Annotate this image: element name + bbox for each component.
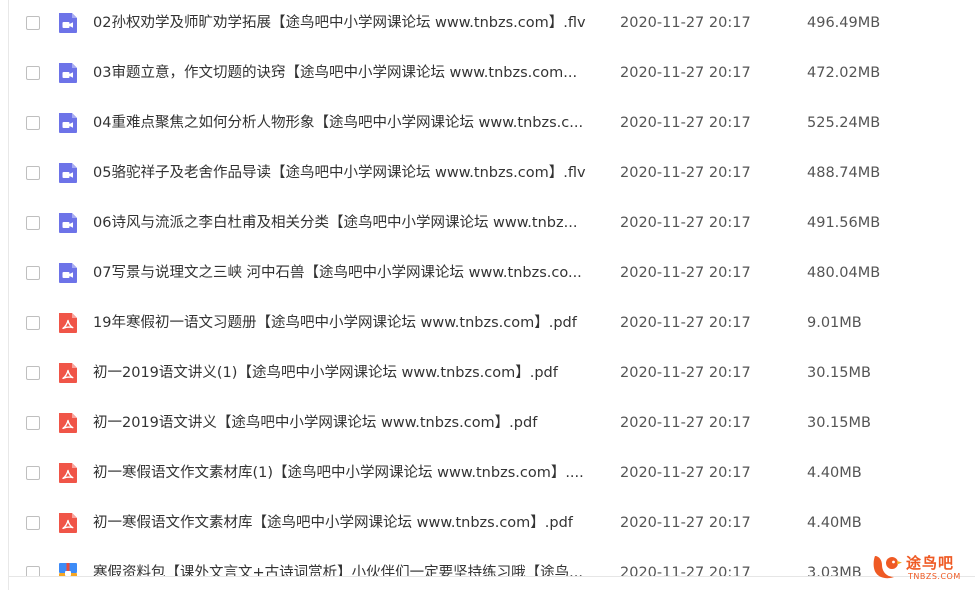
row-checkbox[interactable] bbox=[26, 216, 40, 230]
file-name[interactable]: 07写景与说理文之三峡 河中石兽【途鸟吧中小学网课论坛 www.tnbzs.co… bbox=[93, 263, 603, 283]
file-row[interactable]: 初一寒假语文作文素材库【途鸟吧中小学网课论坛 www.tnbzs.com】.pd… bbox=[9, 500, 975, 550]
row-checkbox[interactable] bbox=[26, 66, 40, 80]
video-file-icon bbox=[56, 261, 80, 285]
file-row[interactable]: 05骆驼祥子及老舍作品导读【途鸟吧中小学网课论坛 www.tnbzs.com】.… bbox=[9, 150, 975, 200]
pdf-file-icon bbox=[56, 511, 80, 535]
file-date: 2020-11-27 20:17 bbox=[620, 365, 751, 381]
file-size: 496.49MB bbox=[807, 15, 881, 31]
pdf-file-icon bbox=[56, 361, 80, 385]
file-date: 2020-11-27 20:17 bbox=[620, 415, 751, 431]
file-size: 4.40MB bbox=[807, 515, 862, 531]
file-name[interactable]: 05骆驼祥子及老舍作品导读【途鸟吧中小学网课论坛 www.tnbzs.com】.… bbox=[93, 163, 603, 183]
video-file-icon bbox=[56, 161, 80, 185]
file-row[interactable]: 19年寒假初一语文习题册【途鸟吧中小学网课论坛 www.tnbzs.com】.p… bbox=[9, 300, 975, 350]
watermark-subtext: TNBZS.COM bbox=[908, 572, 961, 581]
file-row[interactable]: 初一2019语文讲义【途鸟吧中小学网课论坛 www.tnbzs.com】.pdf… bbox=[9, 400, 975, 450]
file-date: 2020-11-27 20:17 bbox=[620, 465, 751, 481]
file-date: 2020-11-27 20:17 bbox=[620, 115, 751, 131]
file-size: 491.56MB bbox=[807, 215, 881, 231]
file-date: 2020-11-27 20:17 bbox=[620, 165, 751, 181]
file-date: 2020-11-27 20:17 bbox=[620, 265, 751, 281]
watermark-logo: 途鸟吧 TNBZS.COM bbox=[870, 548, 972, 588]
file-list: 02孙权劝学及师旷劝学拓展【途鸟吧中小学网课论坛 www.tnbzs.com】.… bbox=[8, 0, 975, 590]
file-size: 9.01MB bbox=[807, 315, 862, 331]
file-date: 2020-11-27 20:17 bbox=[620, 315, 751, 331]
file-size: 3.03MB bbox=[807, 565, 862, 576]
file-date: 2020-11-27 20:17 bbox=[620, 65, 751, 81]
file-name[interactable]: 初一2019语文讲义【途鸟吧中小学网课论坛 www.tnbzs.com】.pdf bbox=[93, 413, 603, 433]
bird-logo-icon bbox=[870, 550, 904, 584]
file-date: 2020-11-27 20:17 bbox=[620, 15, 751, 31]
video-file-icon bbox=[56, 61, 80, 85]
archive-file-icon bbox=[56, 561, 80, 576]
file-name[interactable]: 初一2019语文讲义(1)【途鸟吧中小学网课论坛 www.tnbzs.com】.… bbox=[93, 363, 603, 383]
file-row[interactable]: 03审题立意，作文切题的诀窍【途鸟吧中小学网课论坛 www.tnbzs.com.… bbox=[9, 50, 975, 100]
watermark-text: 途鸟吧 bbox=[906, 554, 955, 572]
file-name[interactable]: 04重难点聚焦之如何分析人物形象【途鸟吧中小学网课论坛 www.tnbzs.c.… bbox=[93, 113, 603, 133]
file-name[interactable]: 寒假资料包【课外文言文+古诗词赏析】小伙伴们一定要坚持练习哦【途鸟... bbox=[93, 563, 603, 576]
file-row[interactable]: 02孙权劝学及师旷劝学拓展【途鸟吧中小学网课论坛 www.tnbzs.com】.… bbox=[9, 0, 975, 50]
row-checkbox[interactable] bbox=[26, 116, 40, 130]
video-file-icon bbox=[56, 211, 80, 235]
pdf-file-icon bbox=[56, 311, 80, 335]
row-checkbox[interactable] bbox=[26, 16, 40, 30]
row-checkbox[interactable] bbox=[26, 366, 40, 380]
row-checkbox[interactable] bbox=[26, 516, 40, 530]
file-date: 2020-11-27 20:17 bbox=[620, 215, 751, 231]
row-checkbox[interactable] bbox=[26, 266, 40, 280]
file-size: 488.74MB bbox=[807, 165, 881, 181]
file-size: 30.15MB bbox=[807, 365, 871, 381]
file-row[interactable]: 初一寒假语文作文素材库(1)【途鸟吧中小学网课论坛 www.tnbzs.com】… bbox=[9, 450, 975, 500]
file-name[interactable]: 02孙权劝学及师旷劝学拓展【途鸟吧中小学网课论坛 www.tnbzs.com】.… bbox=[93, 13, 603, 33]
file-name[interactable]: 03审题立意，作文切题的诀窍【途鸟吧中小学网课论坛 www.tnbzs.com.… bbox=[93, 63, 603, 83]
row-checkbox[interactable] bbox=[26, 316, 40, 330]
file-row[interactable]: 04重难点聚焦之如何分析人物形象【途鸟吧中小学网课论坛 www.tnbzs.c.… bbox=[9, 100, 975, 150]
file-size: 480.04MB bbox=[807, 265, 881, 281]
row-checkbox[interactable] bbox=[26, 566, 40, 576]
list-bottom-divider bbox=[9, 576, 975, 577]
file-name[interactable]: 06诗风与流派之李白杜甫及相关分类【途鸟吧中小学网课论坛 www.tnbz... bbox=[93, 213, 603, 233]
file-name[interactable]: 19年寒假初一语文习题册【途鸟吧中小学网课论坛 www.tnbzs.com】.p… bbox=[93, 313, 603, 333]
row-checkbox[interactable] bbox=[26, 166, 40, 180]
file-name[interactable]: 初一寒假语文作文素材库(1)【途鸟吧中小学网课论坛 www.tnbzs.com】… bbox=[93, 463, 603, 483]
file-row[interactable]: 寒假资料包【课外文言文+古诗词赏析】小伙伴们一定要坚持练习哦【途鸟... 202… bbox=[9, 550, 975, 576]
video-file-icon bbox=[56, 111, 80, 135]
row-checkbox[interactable] bbox=[26, 466, 40, 480]
file-size: 472.02MB bbox=[807, 65, 881, 81]
file-row[interactable]: 初一2019语文讲义(1)【途鸟吧中小学网课论坛 www.tnbzs.com】.… bbox=[9, 350, 975, 400]
pdf-file-icon bbox=[56, 411, 80, 435]
file-date: 2020-11-27 20:17 bbox=[620, 515, 751, 531]
file-row[interactable]: 06诗风与流派之李白杜甫及相关分类【途鸟吧中小学网课论坛 www.tnbz...… bbox=[9, 200, 975, 250]
row-checkbox[interactable] bbox=[26, 416, 40, 430]
pdf-file-icon bbox=[56, 461, 80, 485]
file-date: 2020-11-27 20:17 bbox=[620, 565, 751, 576]
file-name[interactable]: 初一寒假语文作文素材库【途鸟吧中小学网课论坛 www.tnbzs.com】.pd… bbox=[93, 513, 603, 533]
file-size: 30.15MB bbox=[807, 415, 871, 431]
file-size: 525.24MB bbox=[807, 115, 881, 131]
file-row[interactable]: 07写景与说理文之三峡 河中石兽【途鸟吧中小学网课论坛 www.tnbzs.co… bbox=[9, 250, 975, 300]
file-size: 4.40MB bbox=[807, 465, 862, 481]
video-file-icon bbox=[56, 11, 80, 35]
